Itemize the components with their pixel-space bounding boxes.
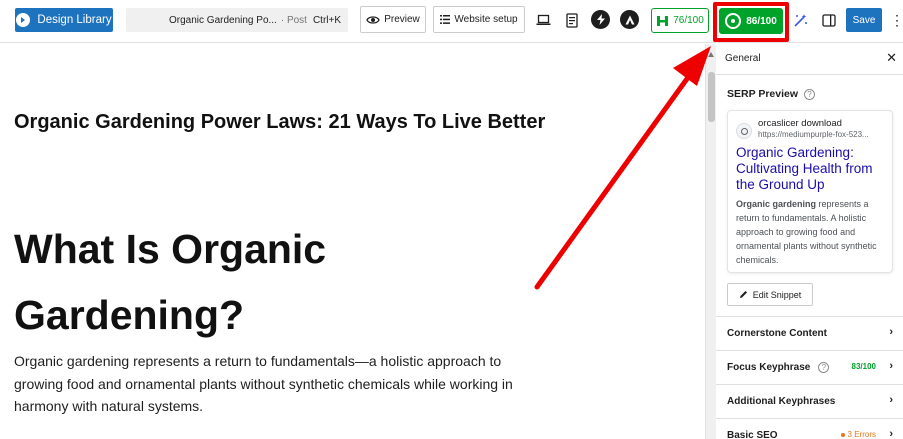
post-title[interactable]: Organic Gardening Power Laws: 21 Ways To… [14,106,574,138]
basic-seo-label: Basic SEO [727,429,778,439]
focus-keyphrase-label: Focus Keyphrase [727,361,811,373]
serp-site-row: orcaslicer download https://mediumpurple… [736,118,884,139]
serp-site-url: https://mediumpurple-fox-523... [758,130,869,139]
serp-description: Organic gardening represents a return to… [736,197,884,267]
document-bar[interactable]: Organic Gardening Po... · Post Ctrl+K [126,8,348,32]
chevron-right-icon: › [889,428,893,439]
canvas-scrollbar[interactable] [705,44,716,439]
eye-icon [366,15,380,24]
astra-plugin-button[interactable] [620,10,639,29]
vertical-ellipsis-icon: ⋮ [890,11,903,28]
chevron-right-icon: › [889,360,893,372]
ai-tools-button[interactable] [790,9,810,31]
heading-block[interactable]: What Is Organic Gardening? [14,216,514,348]
aioseo-sidebar: General ✕ SERP Preview ? orcaslicer down… [716,44,903,439]
serp-preview-title: SERP Preview [727,88,799,100]
document-type: · Post [280,14,307,26]
seo-score-button[interactable]: 76/100 [651,8,709,33]
serp-preview-heading: SERP Preview ? [727,88,816,100]
chevron-right-icon: › [889,326,893,338]
scrollbar-thumb[interactable] [708,72,715,122]
focus-keyphrase-score: 83/100 [851,362,876,371]
sidebar-panel-icon [822,13,836,27]
headline-analyzer-icon [657,15,669,26]
save-label: Save [852,14,876,26]
serp-site-name: orcaslicer download [758,118,842,129]
annotation-highlight-box [713,2,789,42]
settings-sidebar-toggle[interactable] [819,9,839,31]
editor-topbar: Design Library Organic Gardening Po... ·… [0,0,903,43]
paragraph-block[interactable]: Organic gardening represents a return to… [14,350,534,418]
website-setup-button[interactable]: Website setup [433,6,525,33]
help-icon[interactable]: ? [818,361,830,373]
document-title: Organic Gardening Po... [169,14,277,26]
design-library-button[interactable]: Design Library [15,8,113,32]
additional-keyphrases-label: Additional Keyphrases [727,395,836,407]
scroll-up-arrow-icon[interactable] [708,52,714,57]
command-shortcut: Ctrl+K [312,14,341,26]
seo-score-value: 76/100 [673,15,704,26]
serp-preview-card: orcaslicer download https://mediumpurple… [727,110,893,273]
preview-label: Preview [384,14,420,25]
basic-seo-row[interactable]: Basic SEO 3 Errors › [716,418,903,439]
website-setup-label: Website setup [454,14,518,25]
globe-icon [736,123,752,139]
design-library-logo-icon [16,13,31,27]
help-icon[interactable]: ? [804,88,816,100]
editor-canvas[interactable]: Organic Gardening Power Laws: 21 Ways To… [0,44,705,439]
astra-logo-icon [625,15,634,24]
design-library-label: Design Library [37,14,112,26]
laptop-icon [536,14,550,25]
preview-button[interactable]: Preview [360,6,426,33]
sidebar-header: General ✕ [716,44,903,75]
edit-snippet-label: Edit Snippet [752,289,802,300]
close-sidebar-icon[interactable]: ✕ [886,50,897,66]
focus-keyphrase-row[interactable]: Focus Keyphrase ? 83/100 › [716,350,903,383]
document-icon [566,12,578,28]
basic-seo-errors: 3 Errors [840,430,876,439]
error-dot-icon [840,432,845,437]
more-options-button[interactable]: ⋮ [890,9,903,31]
device-preview-button[interactable] [533,9,553,31]
edit-snippet-button[interactable]: Edit Snippet [727,283,813,306]
additional-keyphrases-row[interactable]: Additional Keyphrases › [716,384,903,417]
serp-link-title: Organic Gardening: Cultivating Health fr… [736,145,873,192]
document-overview-button[interactable] [562,9,582,31]
cornerstone-content-row[interactable]: Cornerstone Content › [716,316,903,349]
magic-wand-icon [793,13,807,27]
save-button[interactable]: Save [846,8,882,32]
sidebar-panel-label: General [725,53,761,64]
spectra-plugin-button[interactable] [591,10,610,29]
serp-description-keyword: Organic gardening [736,199,817,209]
pencil-icon [739,291,747,298]
lightning-icon [596,14,605,25]
cornerstone-content-label: Cornerstone Content [727,327,827,339]
chevron-right-icon: › [889,394,893,406]
basic-seo-errors-text: 3 Errors [847,430,876,439]
list-icon [440,15,451,24]
